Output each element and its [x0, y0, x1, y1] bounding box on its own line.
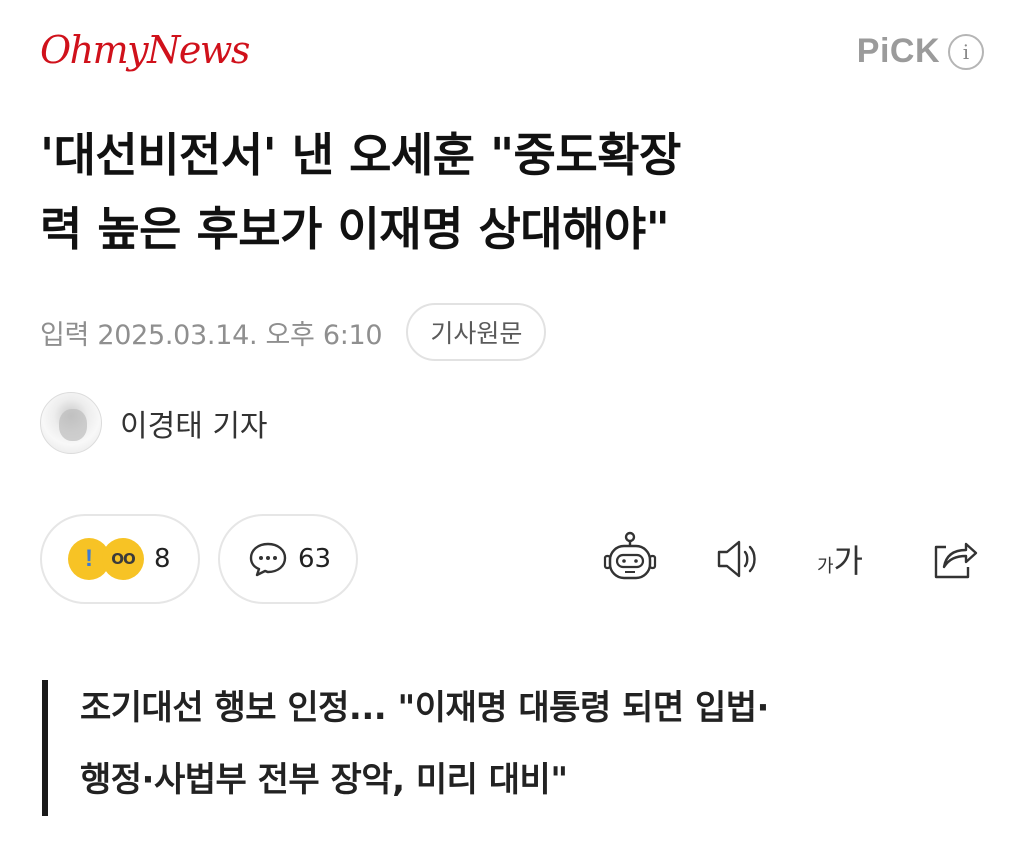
- speaker-icon: [717, 540, 756, 578]
- author-name[interactable]: 이경태 기자: [120, 401, 268, 445]
- original-article-button[interactable]: 기사원문: [406, 303, 547, 361]
- publish-date: 입력 2025.03.14. 오후 6:10: [40, 319, 383, 351]
- info-icon[interactable]: i: [948, 33, 984, 70]
- text-to-speech-button[interactable]: [708, 532, 768, 586]
- amazed-emoji-icon: OO: [102, 538, 144, 580]
- app-header: OhmyNews PiCK i: [0, 0, 1024, 110]
- headline-line-1: '대선비전서' 낸 오세훈 "중도확장: [40, 128, 681, 182]
- reaction-button[interactable]: ! OO 8: [40, 514, 200, 604]
- reaction-count: 8: [154, 544, 171, 574]
- pick-badge[interactable]: PiCK i: [857, 32, 984, 71]
- share-button[interactable]: [924, 532, 984, 586]
- share-icon: [934, 542, 978, 579]
- robot-summary-icon: [603, 531, 657, 580]
- font-size-icon: 가가: [817, 536, 863, 582]
- article-toolbar: ! OO 8 63 가가: [40, 514, 984, 604]
- author-info[interactable]: 이경태 기자: [40, 392, 268, 454]
- article-meta: 입력 2025.03.14. 오후 6:10 기사원문: [40, 303, 547, 361]
- comment-count: 63: [298, 544, 332, 574]
- headline-line-2: 력 높은 후보가 이재명 상대해야": [40, 202, 670, 256]
- comment-button[interactable]: 63: [218, 514, 358, 604]
- article-headline: '대선비전서' 낸 오세훈 "중도확장 력 높은 후보가 이재명 상대해야": [40, 118, 980, 266]
- ohmynews-logo[interactable]: OhmyNews: [40, 28, 250, 72]
- font-small-glyph: 가: [816, 556, 834, 577]
- article-subheadline: 조기대선 행보 인정... "이재명 대통령 되면 입법· 행정·사법부 전부 …: [42, 680, 982, 816]
- font-large-glyph: 가: [833, 542, 863, 580]
- avatar-face: [59, 409, 87, 441]
- comment-icon: [249, 542, 287, 577]
- subheadline-line-2: 행정·사법부 전부 장악, 미리 대비": [80, 760, 568, 800]
- summary-bot-button[interactable]: [600, 531, 660, 586]
- pick-label: PiCK: [856, 32, 940, 70]
- author-avatar[interactable]: [40, 392, 102, 454]
- subheadline-line-1: 조기대선 행보 인정... "이재명 대통령 되면 입법·: [80, 688, 769, 728]
- font-size-button[interactable]: 가가: [810, 532, 870, 586]
